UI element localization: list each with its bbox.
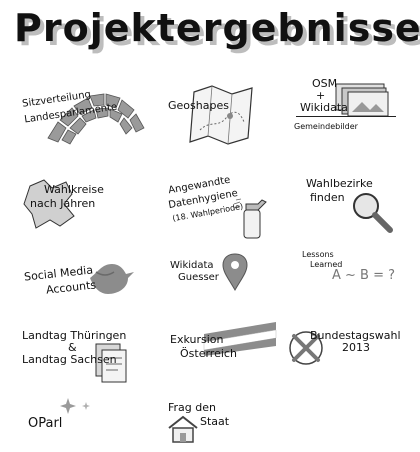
page-title: Projektergebnisse bbox=[14, 6, 420, 50]
item-label-line: Staat bbox=[200, 415, 230, 428]
location-pin-icon bbox=[222, 253, 248, 291]
item-oparl: OParl bbox=[18, 396, 150, 446]
magnifier-icon bbox=[353, 193, 393, 233]
map-icon bbox=[189, 85, 253, 145]
sparkle-icon bbox=[60, 398, 90, 414]
item-label-line: Wikidata bbox=[170, 260, 214, 271]
item-landtag: Landtag Thüringen & Landtag Sachsen bbox=[18, 326, 150, 396]
item-label-line: OParl bbox=[28, 416, 63, 431]
item-datenhygiene: Angewandte Datenhygiene (18. Wahlperiode… bbox=[160, 172, 292, 242]
item-label-line: Frag den bbox=[168, 401, 216, 414]
item-bundestagswahl: Bundestagswahl 2013 bbox=[284, 320, 416, 390]
bird-icon bbox=[90, 264, 134, 294]
item-lessons-learned: Lessons Learned A ~ B = ? bbox=[288, 246, 420, 316]
item-wikidata-guesser: Wikidata Guesser bbox=[160, 252, 292, 322]
item-label-line: finden bbox=[310, 191, 345, 204]
item-geoshapes: Geoshapes bbox=[160, 78, 292, 148]
item-sitzverteilung: Sitzverteilung Landesparlamente bbox=[18, 78, 150, 148]
item-label-line: Exkursion bbox=[170, 333, 224, 346]
item-label-line: 2013 bbox=[342, 341, 370, 354]
item-exkursion: Exkursion Österreich bbox=[160, 318, 292, 388]
item-label-line: Wahlbezirke bbox=[306, 177, 373, 190]
item-wahlbezirke: Wahlbezirke finden bbox=[288, 172, 420, 242]
photos-icon bbox=[335, 83, 389, 117]
item-label-line: Lessons bbox=[302, 250, 334, 259]
item-label-line: Wikidata bbox=[300, 101, 348, 114]
item-wahlkreise: Wahlkreise nach Jahren bbox=[18, 172, 150, 242]
divider bbox=[296, 116, 396, 117]
item-label-line: Wahlkreise bbox=[44, 183, 104, 196]
item-label-line: Österreich bbox=[180, 347, 237, 360]
item-osm-wikidata: OSM + Wikidata Gemeindebilder bbox=[288, 76, 420, 146]
item-label-line: Guesser bbox=[178, 272, 219, 283]
project-results-sketchnote: Projektergebnisse Projektergebnisse Sitz… bbox=[0, 0, 420, 452]
item-label-line: nach Jahren bbox=[30, 197, 96, 210]
item-frag-den-staat: Frag den Staat bbox=[160, 398, 292, 448]
house-icon bbox=[168, 415, 198, 443]
item-label-line: Landtag Sachsen bbox=[22, 353, 117, 366]
item-social-media: Social Media Accounts bbox=[18, 252, 150, 322]
item-label-line: Gemeindebilder bbox=[294, 122, 358, 131]
item-label-line: Geoshapes bbox=[168, 99, 229, 112]
question-icon: A ~ B = ? bbox=[332, 268, 396, 283]
